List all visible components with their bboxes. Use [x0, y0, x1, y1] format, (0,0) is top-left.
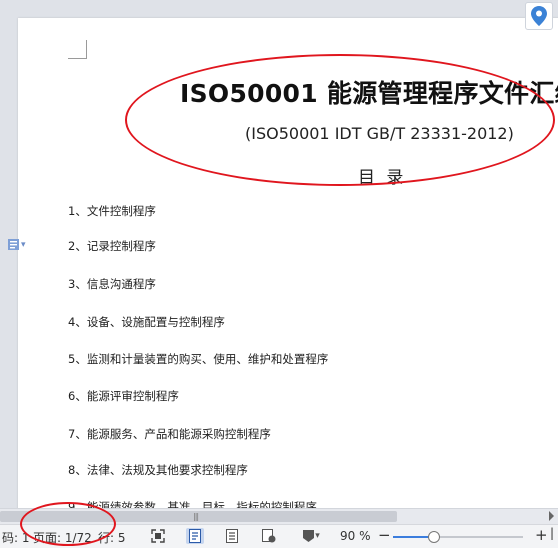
toc-item[interactable]: 7、能源服务、产品和能源采购控制程序 — [68, 426, 558, 444]
toc-item[interactable]: 6、能源评审控制程序 — [68, 388, 558, 406]
chevron-down-icon: ▾ — [21, 239, 26, 250]
annotation-ellipse-page — [20, 502, 116, 546]
fullscreen-button[interactable] — [149, 528, 167, 544]
chevron-down-icon: ▾ — [315, 531, 320, 541]
fullscreen-icon — [151, 529, 165, 543]
page-view-button[interactable] — [186, 528, 204, 544]
zoom-slider[interactable] — [393, 531, 523, 543]
zoom-slider-handle[interactable] — [428, 531, 440, 543]
page-margin-mark — [68, 40, 87, 59]
outline-view-button[interactable] — [223, 528, 241, 544]
scroll-right-arrow-icon[interactable] — [549, 511, 554, 521]
document-canvas[interactable]: ISO50001 能源管理程序文件汇编 (ISO50001 IDT GB/T 2… — [0, 0, 558, 508]
toc-item[interactable]: 8、法律、法规及其他要求控制程序 — [68, 462, 558, 480]
outline-icon — [8, 239, 19, 250]
page-view-icon — [189, 529, 201, 543]
zoom-level[interactable]: 90 % — [340, 529, 371, 543]
toc-item[interactable]: 9、能源绩效参数、基准、目标、指标的控制程序 — [68, 499, 558, 508]
web-view-button[interactable] — [260, 528, 278, 544]
separator-icon: | — [550, 526, 555, 540]
toc-item[interactable]: 4、设备、设施配置与控制程序 — [68, 314, 558, 332]
web-layout-icon — [262, 529, 276, 543]
toc-item[interactable]: 1、文件控制程序 — [68, 203, 558, 221]
zoom-in-button[interactable]: + — [535, 526, 548, 544]
outline-button[interactable]: ▾ — [8, 239, 26, 250]
read-mode-button[interactable]: ▾ — [297, 528, 325, 544]
zoom-out-button[interactable]: − — [378, 526, 391, 544]
toc-item[interactable]: 3、信息沟通程序 — [68, 276, 558, 294]
shield-icon — [303, 530, 315, 542]
map-pin-button[interactable] — [525, 2, 553, 30]
toc-item[interactable]: 5、监测和计量装置的购买、使用、维护和处置程序 — [68, 351, 558, 369]
annotation-ellipse-title — [125, 54, 555, 186]
toc-item[interactable]: 2、记录控制程序 — [68, 238, 558, 256]
grip-icon: ||| — [193, 512, 199, 521]
list-view-icon — [226, 529, 238, 543]
map-pin-icon — [531, 6, 547, 26]
